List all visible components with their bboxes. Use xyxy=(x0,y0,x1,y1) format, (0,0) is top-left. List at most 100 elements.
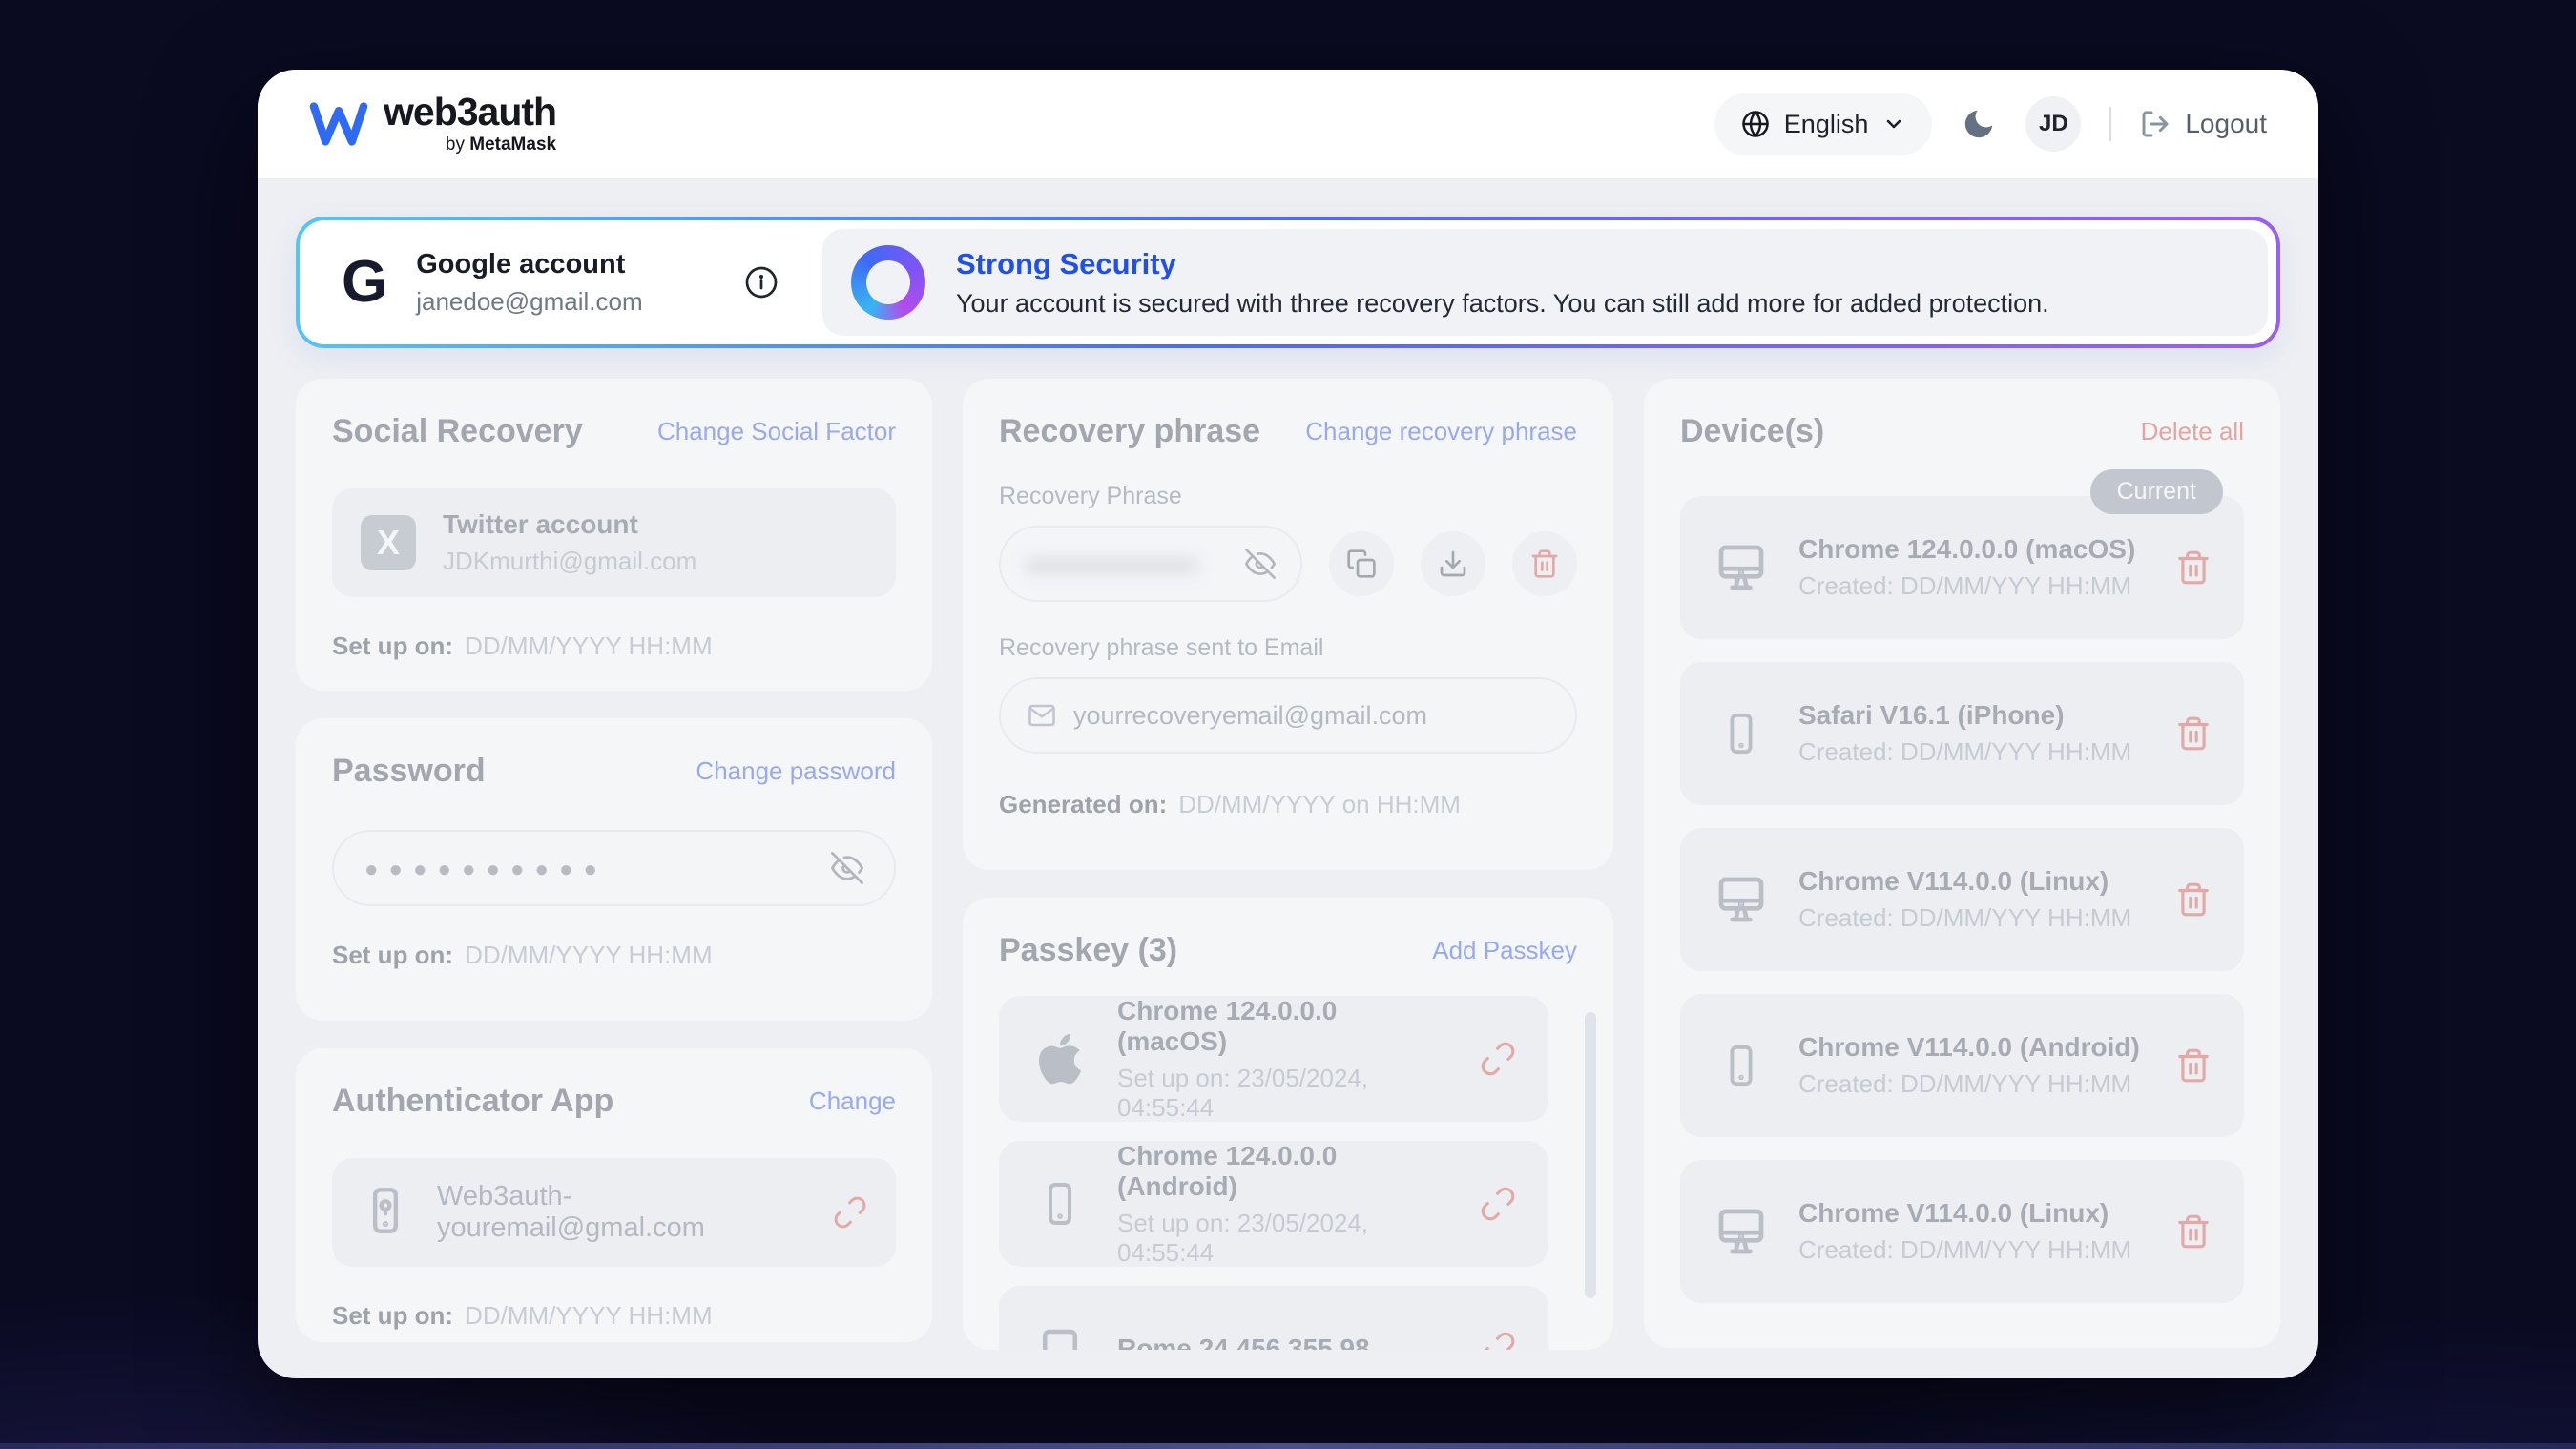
passkey-list: Chrome 124.0.0.0 (macOS) Set up on: 23/0… xyxy=(999,996,1577,1350)
language-label: English xyxy=(1784,110,1869,139)
twitter-account-label: Twitter account xyxy=(443,509,696,540)
trash-icon[interactable] xyxy=(2175,1213,2212,1250)
delete-phrase-button[interactable] xyxy=(1512,531,1577,596)
delete-all-link[interactable]: Delete all xyxy=(2141,417,2244,446)
unlink-icon[interactable] xyxy=(1480,1186,1516,1222)
change-authenticator-link[interactable]: Change xyxy=(809,1087,896,1116)
settings-grid: Social Recovery Change Social Factor X T… xyxy=(296,348,2280,1350)
web3auth-logo: web3auth by MetaMask xyxy=(309,93,556,155)
scrollbar-thumb[interactable] xyxy=(1585,1012,1596,1298)
current-badge: Current xyxy=(2090,469,2223,514)
passkey-title: Passkey (3) xyxy=(999,932,1177,969)
unlink-icon[interactable] xyxy=(1480,1041,1516,1077)
change-recovery-phrase-link[interactable]: Change recovery phrase xyxy=(1305,417,1577,446)
trash-icon[interactable] xyxy=(2175,881,2212,918)
setup-on-label: Set up on: xyxy=(332,941,453,970)
logo-wordmark: web3auth xyxy=(384,93,556,132)
social-recovery-title: Social Recovery xyxy=(332,413,583,450)
setup-on-value: DD/MM/YYYY HH:MM xyxy=(465,1301,713,1331)
logout-button[interactable]: Logout xyxy=(2140,109,2267,139)
logout-label: Logout xyxy=(2185,109,2267,139)
download-button[interactable] xyxy=(1421,531,1485,596)
web3auth-logo-icon xyxy=(309,102,368,146)
account-title: Google account xyxy=(416,249,642,280)
header-divider xyxy=(2109,107,2111,141)
twitter-account-email: JDKmurthi@gmail.com xyxy=(443,547,696,576)
header: web3auth by MetaMask English JD Logout xyxy=(258,70,2318,178)
chevron-down-icon xyxy=(1882,113,1905,135)
passkey-row: Chrome 124.0.0.0 (macOS) Set up on: 23/0… xyxy=(999,996,1548,1122)
setup-on-value: DD/MM/YYYY HH:MM xyxy=(465,631,713,661)
authenticator-tile: Web3auth-youremail@gmal.com xyxy=(332,1158,896,1267)
eye-off-icon[interactable] xyxy=(831,852,863,884)
copy-icon xyxy=(1346,549,1377,579)
passkey-row: Chrome 124.0.0.0 (Android) Set up on: 23… xyxy=(999,1141,1548,1267)
account-email: janedoe@gmail.com xyxy=(416,287,642,317)
x-twitter-icon: X xyxy=(361,515,416,570)
security-ring-icon xyxy=(851,245,925,320)
twitter-account-tile: X Twitter account JDKmurthi@gmail.com xyxy=(332,488,896,597)
password-input[interactable]: ●●●●●●●●●● xyxy=(332,830,896,906)
social-recovery-card: Social Recovery Change Social Factor X T… xyxy=(296,379,932,691)
device-row: Current Chrome 124.0.0.0 (macOS) Created… xyxy=(1680,496,2244,639)
recovery-phrase-title: Recovery phrase xyxy=(999,413,1260,450)
change-password-link[interactable]: Change password xyxy=(696,756,896,786)
devices-card: Device(s) Delete all Current Chrome 124.… xyxy=(1644,379,2280,1348)
content-area: G Google account janedoe@gmail.com Stron… xyxy=(258,178,2318,1350)
recovery-email-label: Recovery phrase sent to Email xyxy=(999,634,1577,662)
eye-off-icon[interactable] xyxy=(1245,549,1276,579)
language-selector[interactable]: English xyxy=(1714,93,1933,155)
setup-on-label: Set up on: xyxy=(332,631,453,661)
passkey-card: Passkey (3) Add Passkey Chrome 124.0.0.0… xyxy=(963,898,1613,1350)
google-icon: G xyxy=(342,253,387,312)
password-masked-value: ●●●●●●●●●● xyxy=(364,857,608,883)
laptop-icon xyxy=(1031,1323,1089,1350)
device-row: Chrome V114.0.0 (Linux) Created: DD/MM/Y… xyxy=(1680,1160,2244,1303)
passkey-row: Rome 24.456.355.98 xyxy=(999,1286,1548,1350)
add-passkey-link[interactable]: Add Passkey xyxy=(1432,936,1577,965)
authenticator-account: Web3auth-youremail@gmal.com xyxy=(437,1181,806,1244)
device-row: Safari V16.1 (iPhone) Created: DD/MM/YYY… xyxy=(1680,662,2244,805)
recovery-phrase-masked: xxxxxxxxxxxxxxxxxx xyxy=(1026,549,1197,579)
device-row: Chrome V114.0.0 (Android) Created: DD/MM… xyxy=(1680,994,2244,1137)
recovery-phrase-input[interactable]: xxxxxxxxxxxxxxxxxx xyxy=(999,526,1302,602)
trash-icon[interactable] xyxy=(2175,715,2212,752)
dark-mode-toggle[interactable] xyxy=(1961,106,1997,142)
moon-icon xyxy=(1961,106,1997,142)
copy-button[interactable] xyxy=(1329,531,1394,596)
phone-icon xyxy=(1713,707,1770,760)
desktop-icon xyxy=(1713,873,1770,926)
trash-icon xyxy=(1529,549,1560,579)
setup-on-label: Set up on: xyxy=(332,1301,453,1331)
unlink-icon[interactable] xyxy=(1480,1331,1516,1350)
security-status-section: Strong Security Your account is secured … xyxy=(822,229,2268,336)
info-icon[interactable] xyxy=(744,265,779,300)
phone-icon xyxy=(1713,1039,1770,1092)
trash-icon[interactable] xyxy=(2175,1047,2212,1084)
unlink-icon[interactable] xyxy=(833,1195,867,1230)
main-window: web3auth by MetaMask English JD Logout xyxy=(258,70,2318,1378)
trash-icon[interactable] xyxy=(2175,549,2212,586)
generated-on-label: Generated on: xyxy=(999,790,1167,819)
change-social-factor-link[interactable]: Change Social Factor xyxy=(657,417,896,446)
devices-title: Device(s) xyxy=(1680,413,1824,450)
device-row: Chrome V114.0.0 (Linux) Created: DD/MM/Y… xyxy=(1680,828,2244,971)
logo-byline: by MetaMask xyxy=(446,135,556,155)
download-icon xyxy=(1438,549,1468,579)
generated-on-value: DD/MM/YYYY on HH:MM xyxy=(1178,790,1461,819)
apple-icon xyxy=(1031,1030,1089,1087)
setup-on-value: DD/MM/YYYY HH:MM xyxy=(465,941,713,970)
device-list: Current Chrome 124.0.0.0 (macOS) Created… xyxy=(1680,496,2244,1303)
desktop-icon xyxy=(1713,541,1770,594)
globe-icon xyxy=(1741,110,1770,138)
recovery-email-value: yourrecoveryemail@gmail.com xyxy=(1073,701,1427,731)
password-title: Password xyxy=(332,753,486,790)
security-status-description: Your account is secured with three recov… xyxy=(956,289,2049,319)
phone-icon xyxy=(1031,1177,1089,1231)
avatar[interactable]: JD xyxy=(2025,96,2081,152)
authenticator-title: Authenticator App xyxy=(332,1083,613,1120)
logout-icon xyxy=(2140,109,2171,139)
password-card: Password Change password ●●●●●●●●●● Set … xyxy=(296,718,932,1021)
mail-icon xyxy=(1028,701,1056,730)
recovery-email-input[interactable]: yourrecoveryemail@gmail.com xyxy=(999,677,1577,754)
